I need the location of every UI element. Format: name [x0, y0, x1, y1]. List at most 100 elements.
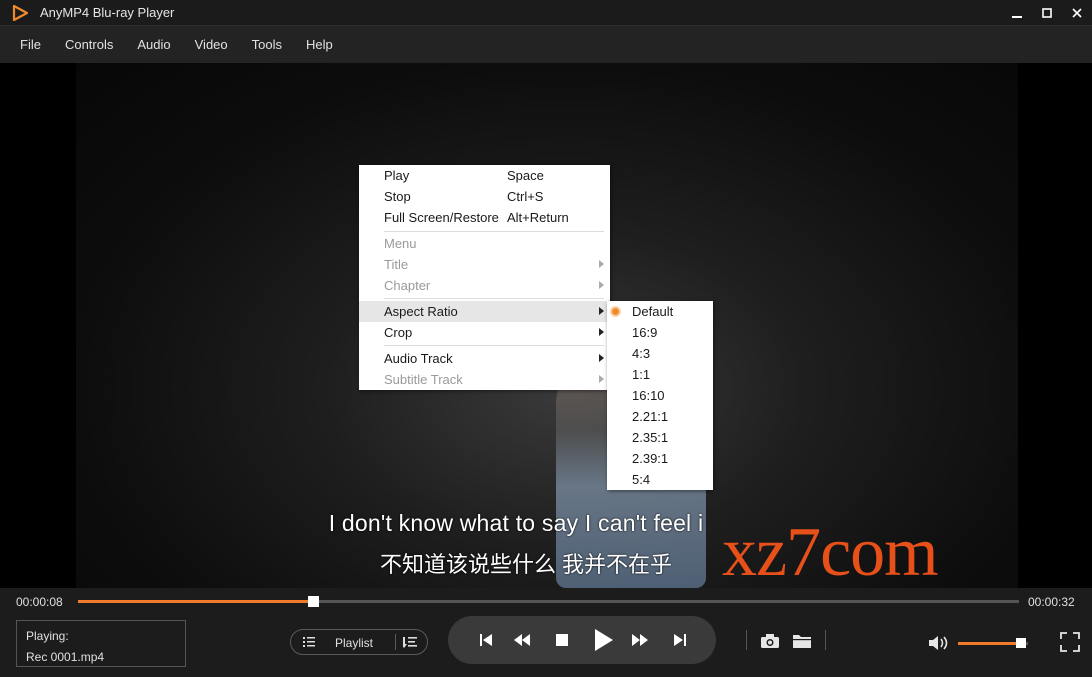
ctx-fullscreen[interactable]: Full Screen/Restore Alt+Return [359, 207, 610, 228]
menu-tools[interactable]: Tools [240, 26, 294, 64]
ctx-stop-label: Stop [384, 189, 411, 204]
now-playing-label: Playing: [26, 629, 69, 643]
aspect-option-label: 1:1 [632, 367, 651, 382]
ctx-title-label: Title [384, 257, 409, 272]
volume-button[interactable] [928, 634, 952, 657]
menu-video[interactable]: Video [183, 26, 240, 64]
aspect-option-label: 16:9 [632, 325, 658, 340]
stop-button[interactable] [550, 628, 574, 652]
close-button[interactable] [1062, 0, 1092, 25]
menu-controls[interactable]: Controls [53, 26, 125, 64]
ctx-fullscreen-label: Full Screen/Restore [384, 210, 499, 225]
total-time: 00:00:32 [1028, 595, 1075, 609]
aspect-option-16-10[interactable]: 16:10 [607, 385, 713, 406]
chevron-right-icon [599, 260, 604, 268]
now-playing-file: Rec 0001.mp4 [26, 650, 105, 664]
window-title: AnyMP4 Blu-ray Player [40, 5, 175, 20]
ctx-aspect-ratio[interactable]: Aspect Ratio [359, 301, 610, 322]
toolbar-divider [825, 630, 826, 650]
previous-button[interactable] [474, 628, 498, 652]
ctx-chapter-label: Chapter [384, 278, 431, 293]
toolbar-divider [746, 630, 747, 650]
ctx-separator [384, 298, 604, 299]
ctx-audio-track[interactable]: Audio Track [359, 348, 610, 369]
aspect-option-label: Default [632, 304, 674, 319]
aspect-option-label: 2.21:1 [632, 409, 669, 424]
ctx-crop[interactable]: Crop [359, 322, 610, 343]
now-playing-box: Playing: Rec 0001.mp4 [16, 620, 186, 667]
watermark: xz7com [722, 514, 939, 588]
aspect-option-5-4[interactable]: 5:4 [607, 469, 713, 490]
aspect-option-16-9[interactable]: 16:9 [607, 322, 713, 343]
minimize-icon [1012, 15, 1022, 18]
aspect-ratio-submenu: Default 16:9 4:3 1:1 16:10 2.21:1 2.35:1… [607, 301, 713, 490]
ctx-play-label: Play [384, 168, 410, 183]
ctx-separator [384, 345, 604, 346]
chevron-right-icon [599, 328, 604, 336]
ctx-play[interactable]: Play Space [359, 165, 610, 186]
aspect-option-label: 16:10 [632, 388, 665, 403]
snapshot-button[interactable] [758, 630, 782, 652]
stop-icon [556, 634, 568, 646]
skip-previous-icon [480, 634, 492, 646]
skip-next-icon [674, 634, 686, 646]
volume-slider[interactable] [958, 638, 1028, 648]
maximize-button[interactable] [1032, 0, 1062, 25]
aspect-option-2-35-1[interactable]: 2.35:1 [607, 427, 713, 448]
ctx-stop[interactable]: Stop Ctrl+S [359, 186, 610, 207]
play-button[interactable] [590, 625, 618, 655]
transport-controls [448, 616, 716, 664]
aspect-option-2-39-1[interactable]: 2.39:1 [607, 448, 713, 469]
next-button[interactable] [668, 628, 692, 652]
aspect-option-1-1[interactable]: 1:1 [607, 364, 713, 385]
fullscreen-button[interactable] [1060, 632, 1080, 652]
ctx-fullscreen-shortcut: Alt+Return [507, 210, 569, 225]
radio-selected-icon [610, 306, 621, 317]
ctx-menu-label: Menu [384, 236, 417, 251]
speaker-icon [929, 636, 948, 650]
ctx-aspect-ratio-label: Aspect Ratio [384, 304, 458, 319]
menu-help[interactable]: Help [294, 26, 345, 64]
rewind-icon [514, 634, 530, 646]
play-icon [595, 629, 613, 651]
ctx-subtitle-track[interactable]: Subtitle Track [359, 369, 610, 390]
volume-slider-thumb[interactable] [1016, 638, 1026, 648]
fast-forward-button[interactable] [628, 628, 652, 652]
aspect-option-2-21-1[interactable]: 2.21:1 [607, 406, 713, 427]
title-bar: AnyMP4 Blu-ray Player [0, 0, 1092, 25]
menu-file[interactable]: File [8, 26, 53, 64]
menu-audio[interactable]: Audio [125, 26, 182, 64]
camera-icon [761, 634, 779, 648]
ctx-stop-shortcut: Ctrl+S [507, 189, 544, 204]
current-time: 00:00:08 [16, 595, 63, 609]
ctx-title[interactable]: Title [359, 254, 610, 275]
app-logo-icon [0, 0, 40, 25]
ctx-subtitle-track-label: Subtitle Track [384, 372, 463, 387]
playlist-button[interactable]: Playlist [290, 629, 428, 655]
close-icon [1072, 7, 1082, 18]
ctx-play-shortcut: Space [507, 168, 544, 183]
menu-bar: File Controls Audio Video Tools Help [0, 25, 1092, 63]
control-bar: 00:00:08 00:00:32 Playing: Rec 0001.mp4 … [0, 588, 1092, 677]
seek-bar-fill [78, 600, 314, 603]
playlist-label: Playlist [335, 636, 374, 650]
seek-bar[interactable] [78, 596, 1019, 607]
rewind-button[interactable] [510, 628, 534, 652]
minimize-button[interactable] [1002, 0, 1032, 25]
volume-slider-fill [958, 642, 1021, 645]
aspect-option-4-3[interactable]: 4:3 [607, 343, 713, 364]
chevron-right-icon [599, 307, 604, 315]
aspect-option-label: 2.39:1 [632, 451, 669, 466]
ctx-chapter[interactable]: Chapter [359, 275, 610, 296]
open-folder-button[interactable] [790, 630, 814, 652]
ctx-audio-track-label: Audio Track [384, 351, 453, 366]
seek-bar-thumb[interactable] [308, 596, 320, 607]
sort-list-icon[interactable] [401, 635, 417, 652]
folder-icon [793, 635, 811, 648]
ctx-menu[interactable]: Menu [359, 233, 610, 254]
list-icon [303, 636, 315, 651]
ctx-crop-label: Crop [384, 325, 413, 340]
aspect-option-default[interactable]: Default [607, 301, 713, 322]
chevron-right-icon [599, 375, 604, 383]
chevron-right-icon [599, 354, 604, 362]
